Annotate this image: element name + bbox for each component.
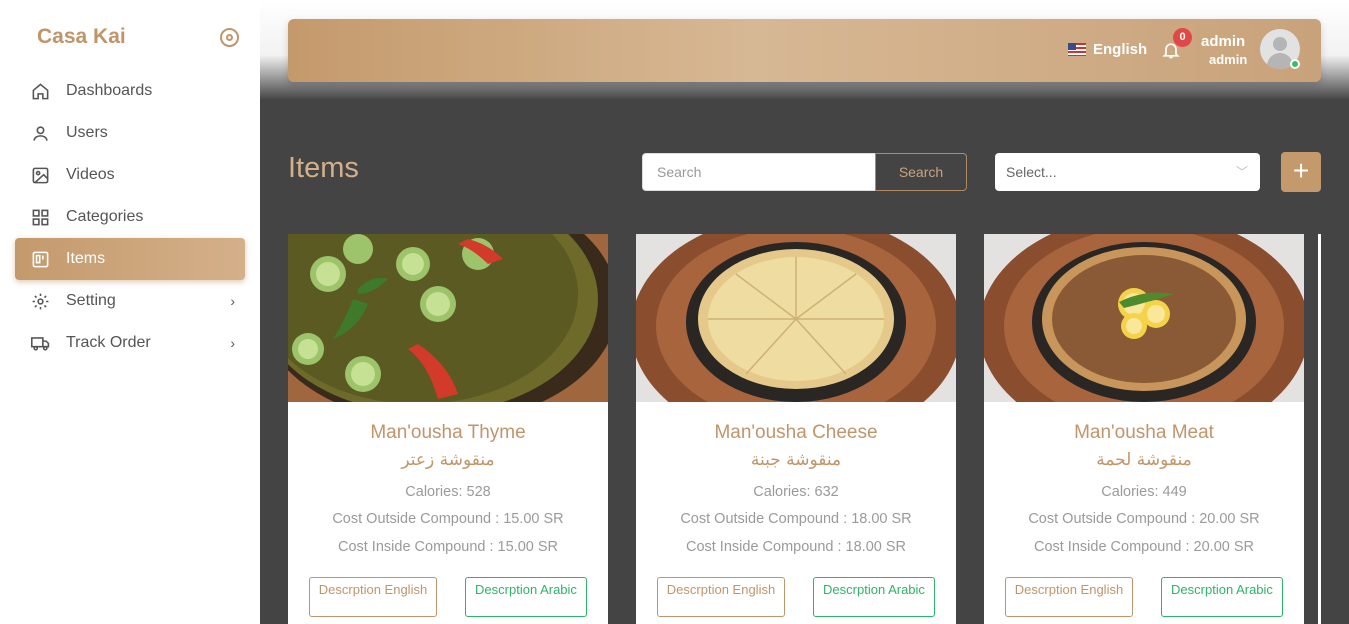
item-icon <box>31 250 50 269</box>
brand-logo[interactable]: Casa Kai <box>37 25 126 49</box>
sidebar-item-label: Categories <box>66 208 144 225</box>
item-card: Man'ousha Meat منقوشة لحمة Calories: 449… <box>984 234 1304 624</box>
search-input[interactable] <box>642 153 876 191</box>
next-card-edge <box>1318 234 1321 624</box>
user-name: admin <box>1201 33 1246 50</box>
top-navbar: English 0 admin admin <box>288 19 1321 82</box>
select-value: Select... <box>1006 164 1057 180</box>
item-image-meat <box>984 234 1304 402</box>
avatar-body <box>1267 53 1293 69</box>
add-item-button[interactable]: + <box>1281 152 1321 192</box>
sidebar-item-users[interactable]: Users <box>15 112 245 154</box>
description-arabic-button[interactable]: Descrption Arabic <box>465 577 587 617</box>
sidebar-item-label: Dashboards <box>66 82 153 99</box>
description-english-button[interactable]: Descrption English <box>657 577 785 617</box>
main-content: English 0 admin admin Items Search Selec… <box>260 0 1349 624</box>
sidebar-item-setting[interactable]: Setting › <box>15 280 245 322</box>
item-calories: Calories: 528 <box>405 484 491 500</box>
sidebar-nav: Dashboards Users Videos Categories Items <box>15 70 245 364</box>
sidebar-toggle-icon[interactable] <box>220 28 239 47</box>
item-name-arabic: منقوشة لحمة <box>1096 450 1192 470</box>
item-cost-inside: Cost Inside Compound : 15.00 SR <box>337 539 559 555</box>
sidebar-item-label: Users <box>66 124 108 141</box>
image-icon <box>31 166 50 185</box>
sidebar-item-label: Items <box>66 250 106 267</box>
description-english-button[interactable]: Descrption English <box>1005 577 1133 617</box>
item-calories: Calories: 449 <box>1101 484 1187 500</box>
us-flag-icon <box>1068 43 1086 56</box>
description-english-button[interactable]: Descrption English <box>309 577 437 617</box>
sidebar-item-label: Setting <box>66 292 116 309</box>
online-status-dot <box>1290 59 1300 69</box>
sidebar-item-categories[interactable]: Categories <box>15 196 245 238</box>
item-name: Man'ousha Meat <box>1074 422 1214 443</box>
item-calories: Calories: 632 <box>753 484 839 500</box>
grid-icon <box>31 208 50 227</box>
page-title: Items <box>288 152 359 184</box>
gear-icon <box>31 292 50 311</box>
language-label: English <box>1093 41 1148 58</box>
avatar-head <box>1273 37 1287 51</box>
sidebar-item-track-order[interactable]: Track Order › <box>15 322 245 364</box>
item-cost-outside: Cost Outside Compound : 15.00 SR <box>332 511 564 527</box>
item-name: Man'ousha Thyme <box>370 422 526 443</box>
chevron-right-icon: › <box>230 293 235 309</box>
item-cost-outside: Cost Outside Compound : 18.00 SR <box>680 511 912 527</box>
sidebar-item-label: Track Order <box>66 334 151 351</box>
item-image-thyme <box>288 234 608 402</box>
notification-badge: 0 <box>1173 28 1192 47</box>
item-name: Man'ousha Cheese <box>714 422 878 443</box>
chevron-down-icon: ﹀ <box>1235 165 1248 179</box>
truck-icon <box>31 334 50 353</box>
description-arabic-button[interactable]: Descrption Arabic <box>1161 577 1283 617</box>
category-select[interactable]: Select... ﹀ <box>995 153 1260 191</box>
item-image-cheese <box>636 234 956 402</box>
sidebar-item-items[interactable]: Items <box>15 238 245 280</box>
language-selector[interactable]: English <box>1068 41 1147 58</box>
description-arabic-button[interactable]: Descrption Arabic <box>813 577 935 617</box>
sidebar: Casa Kai Dashboards Users Videos Categor… <box>0 0 260 624</box>
item-name-arabic: منقوشة جبنة <box>750 450 842 470</box>
item-name-arabic: منقوشة زعتر <box>401 450 495 470</box>
user-role: admin <box>1209 52 1248 67</box>
sidebar-item-label: Videos <box>66 166 115 183</box>
chevron-right-icon: › <box>230 335 235 351</box>
item-cost-outside: Cost Outside Compound : 20.00 SR <box>1028 511 1260 527</box>
item-cost-inside: Cost Inside Compound : 20.00 SR <box>1033 539 1255 555</box>
home-icon <box>31 82 50 101</box>
sidebar-item-dashboards[interactable]: Dashboards <box>15 70 245 112</box>
search-button[interactable]: Search <box>875 153 967 191</box>
item-cost-inside: Cost Inside Compound : 18.00 SR <box>685 539 907 555</box>
item-card: Man'ousha Cheese منقوشة جبنة Calories: 6… <box>636 234 956 624</box>
item-card: Man'ousha Thyme منقوشة زعتر Calories: 52… <box>288 234 608 624</box>
user-icon <box>31 124 50 143</box>
sidebar-item-videos[interactable]: Videos <box>15 154 245 196</box>
